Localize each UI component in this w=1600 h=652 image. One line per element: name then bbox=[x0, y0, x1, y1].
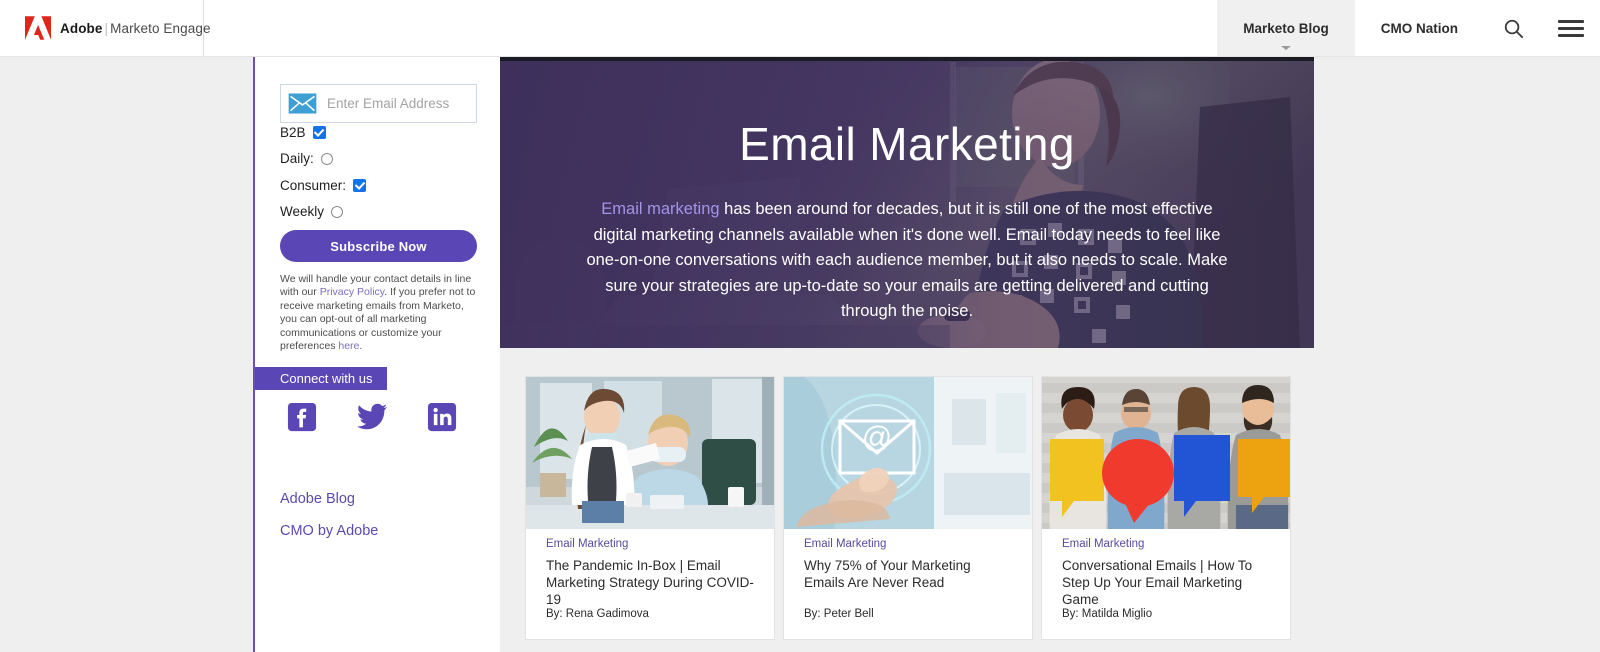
search-button[interactable] bbox=[1484, 0, 1542, 56]
two-women-in-masks-at-office-desk-image bbox=[526, 377, 774, 537]
sidebar-link-adobe-blog[interactable]: Adobe Blog bbox=[280, 491, 355, 507]
search-icon bbox=[1504, 19, 1523, 38]
hero-description: Email marketing has been around for deca… bbox=[578, 197, 1236, 325]
privacy-policy-link[interactable]: Privacy Policy bbox=[320, 286, 385, 298]
left-gutter bbox=[0, 57, 253, 652]
brand-product: Marketo Engage bbox=[110, 20, 211, 36]
preferences-here-link[interactable]: here bbox=[338, 340, 359, 352]
article-card[interactable]: Email Marketing The Pandemic In-Box | Em… bbox=[525, 376, 775, 640]
option-label-b2b: B2B bbox=[280, 125, 306, 140]
option-label-daily: Daily: bbox=[280, 151, 314, 166]
adobe-logo-icon bbox=[25, 16, 51, 40]
primary-navigation: Marketo Blog CMO Nation bbox=[1217, 0, 1600, 56]
brand-adobe: Adobe bbox=[60, 20, 103, 36]
menu-button[interactable] bbox=[1542, 0, 1600, 56]
email-input[interactable] bbox=[325, 95, 465, 112]
radio-weekly[interactable] bbox=[331, 205, 344, 218]
twitter-icon[interactable] bbox=[357, 402, 387, 432]
article-title[interactable]: Why 75% of Your Marketing Emails Are Nev… bbox=[804, 557, 1014, 591]
facebook-icon[interactable] bbox=[287, 402, 317, 432]
article-author: By: Rena Gadimova bbox=[546, 608, 649, 620]
connect-with-us-banner: Connect with us bbox=[255, 367, 387, 390]
article-category[interactable]: Email Marketing bbox=[1062, 538, 1272, 550]
article-card-body: Email Marketing Why 75% of Your Marketin… bbox=[784, 529, 1032, 639]
article-title[interactable]: Conversational Emails | How To Step Up Y… bbox=[1062, 557, 1272, 608]
hamburger-menu-icon bbox=[1558, 16, 1584, 41]
fineprint-part3: . bbox=[359, 340, 363, 353]
article-category[interactable]: Email Marketing bbox=[546, 538, 756, 550]
email-marketing-link[interactable]: Email marketing bbox=[601, 200, 719, 218]
chevron-down-icon bbox=[1280, 46, 1291, 50]
hamburger-bar bbox=[1558, 26, 1584, 30]
top-navigation-bar: Adobe | Marketo Engage Marketo Blog CMO Na… bbox=[0, 0, 1600, 57]
article-title[interactable]: The Pandemic In-Box | Email Marketing St… bbox=[546, 557, 756, 608]
subscribe-sidebar: B2B Daily: Consumer: Weekly Subscribe No… bbox=[253, 57, 500, 652]
privacy-fineprint: We will handle your contact details in l… bbox=[280, 273, 478, 353]
hamburger-bar bbox=[1558, 33, 1584, 37]
connect-with-us-label: Connect with us bbox=[280, 371, 373, 386]
article-author: By: Peter Bell bbox=[804, 608, 874, 620]
option-label-weekly: Weekly bbox=[280, 204, 325, 219]
article-card-grid: Email Marketing The Pandemic In-Box | Em… bbox=[525, 376, 1315, 640]
subscribe-button[interactable]: Subscribe Now bbox=[280, 230, 477, 262]
nav-tab-marketo-blog-label: Marketo Blog bbox=[1243, 20, 1329, 36]
brand-logo-area[interactable]: Adobe | Marketo Engage bbox=[0, 0, 210, 56]
option-label-consumer: Consumer: bbox=[280, 178, 347, 193]
article-category[interactable]: Email Marketing bbox=[804, 538, 1014, 550]
hamburger-bar bbox=[1558, 19, 1584, 23]
brand-text: Adobe | Marketo Engage bbox=[60, 21, 211, 36]
nav-tab-marketo-blog[interactable]: Marketo Blog bbox=[1217, 0, 1355, 56]
email-field-wrapper[interactable] bbox=[280, 84, 477, 123]
option-row-consumer: Consumer: bbox=[280, 178, 367, 193]
linkedin-icon[interactable] bbox=[427, 402, 457, 432]
article-thumbnail bbox=[1042, 377, 1290, 537]
checkbox-consumer[interactable] bbox=[353, 179, 367, 192]
article-card-body: Email Marketing The Pandemic In-Box | Em… bbox=[526, 529, 774, 639]
checkbox-b2b[interactable] bbox=[312, 126, 326, 139]
sidebar-link-cmo-by-adobe[interactable]: CMO by Adobe bbox=[280, 523, 378, 539]
article-card-body: Email Marketing Conversational Emails | … bbox=[1042, 529, 1290, 639]
nav-tab-cmo-nation[interactable]: CMO Nation bbox=[1355, 0, 1484, 56]
four-people-holding-colored-speech-bubbles-image bbox=[1042, 377, 1290, 537]
option-row-b2b: B2B bbox=[280, 125, 326, 140]
article-card[interactable]: @ Email Marketing Why 75% of Your Market… bbox=[783, 376, 1033, 640]
nav-tab-cmo-nation-label: CMO Nation bbox=[1380, 20, 1458, 36]
article-card[interactable]: Email Marketing Conversational Emails | … bbox=[1041, 376, 1291, 640]
hero-title: Email Marketing bbox=[739, 118, 1075, 170]
hero-description-text: has been around for decades, but it is s… bbox=[586, 200, 1228, 321]
hand-touching-email-at-symbol-icon-image: @ bbox=[784, 377, 1032, 537]
svg-text:@: @ bbox=[862, 421, 892, 454]
article-author: By: Matilda Miglio bbox=[1062, 608, 1153, 620]
option-row-daily: Daily: bbox=[280, 151, 333, 166]
envelope-icon bbox=[288, 93, 317, 114]
social-links bbox=[280, 402, 477, 432]
brand-separator: | bbox=[104, 20, 109, 36]
option-row-weekly: Weekly bbox=[280, 204, 344, 219]
main-content: Email Marketing Email marketing has been… bbox=[500, 57, 1600, 652]
article-thumbnail: @ bbox=[784, 377, 1032, 537]
radio-daily[interactable] bbox=[320, 152, 333, 165]
hero-top-edge bbox=[500, 57, 1314, 61]
article-thumbnail bbox=[526, 377, 774, 537]
hero-banner: Email Marketing Email marketing has been… bbox=[500, 57, 1314, 348]
